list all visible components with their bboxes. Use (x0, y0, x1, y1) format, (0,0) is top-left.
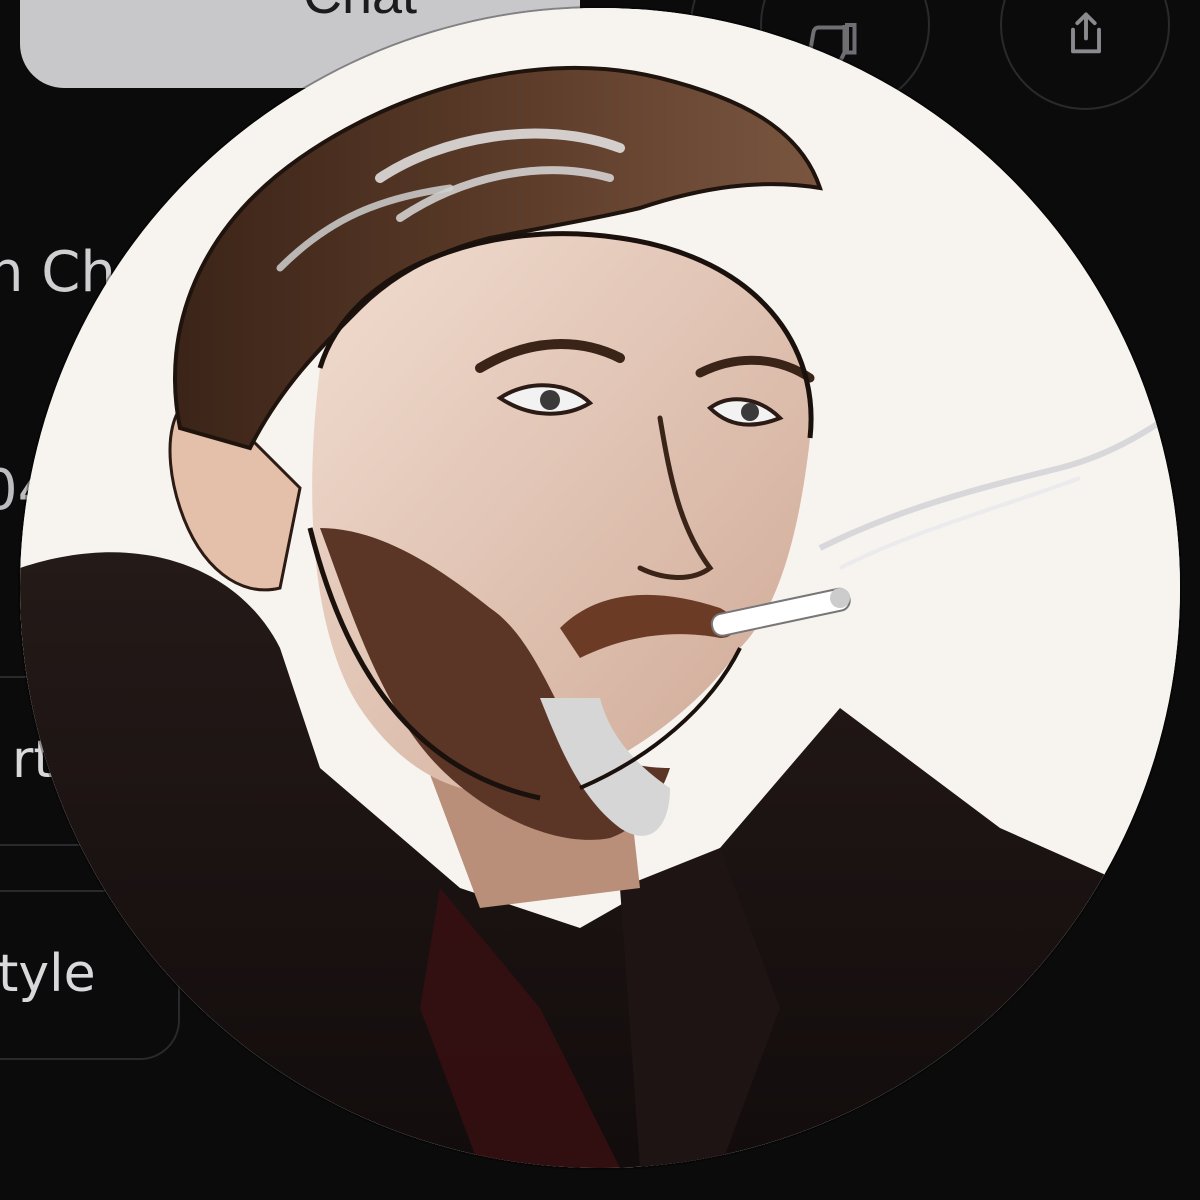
character-avatar (20, 8, 1180, 1168)
share-button[interactable] (1000, 0, 1170, 110)
chat-button-label: Chat (303, 0, 417, 22)
avatar-illustration (20, 8, 1180, 1168)
share-icon (1071, 12, 1101, 54)
tag-chip-label: tyle (0, 944, 96, 1004)
